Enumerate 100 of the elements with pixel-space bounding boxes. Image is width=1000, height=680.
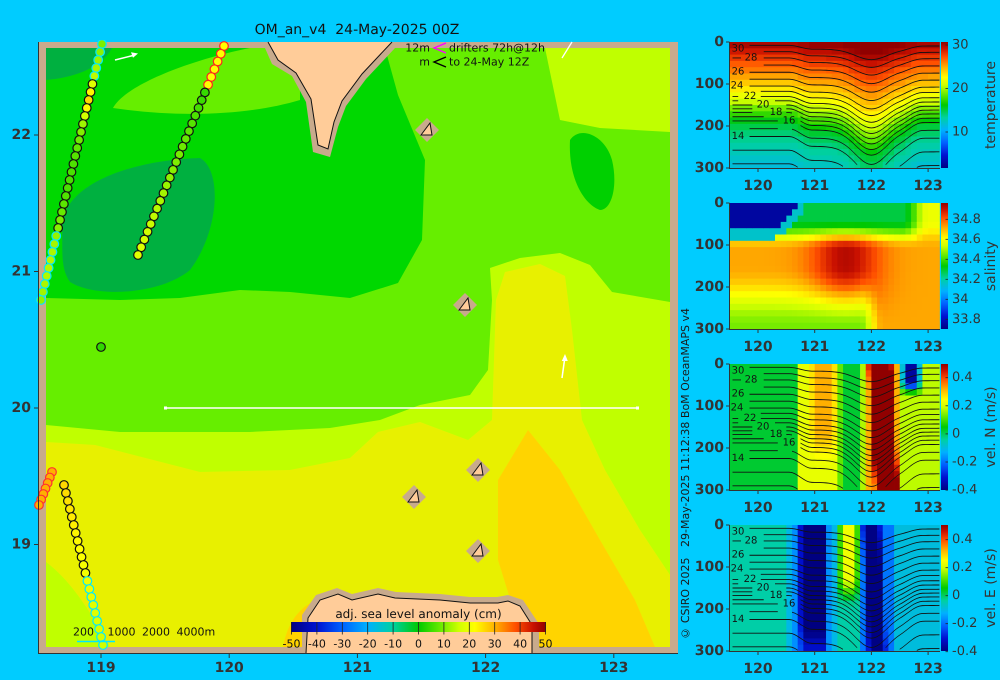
longitude-tick-label: 122 [856, 339, 886, 352]
colorbar-tick-label: -40 [308, 638, 326, 650]
depth-tick-label: 0 [714, 195, 724, 211]
vector-arrow [561, 354, 568, 378]
contour-label: 30 [732, 44, 744, 54]
contour-label: 30 [732, 366, 744, 376]
colorbar-label: temperature [983, 61, 999, 149]
depth-tick-label: 0 [714, 34, 724, 50]
contour-label: 18 [770, 429, 782, 440]
contour-label: 26 [732, 388, 744, 400]
contour-label: 22 [744, 413, 756, 424]
island [453, 293, 477, 317]
colorbar-tick-label: -30 [333, 638, 352, 650]
contour-label: 16 [782, 115, 796, 126]
contour-label: 14 [732, 614, 744, 625]
vector-arrow [114, 52, 138, 61]
depth-tick-label: 0 [714, 517, 724, 533]
colorbar-tick-label: 0.2 [952, 398, 973, 414]
colorbar-tick-label: 10 [436, 638, 451, 650]
colorbar-tick-label: 30 [952, 38, 969, 52]
longitude-tick-label: 120 [214, 660, 244, 676]
island [402, 485, 426, 509]
colorbar-title: adj. sea level anomaly (cm) [335, 607, 502, 621]
colorbar-label: vel. E (m/s) [983, 548, 999, 628]
colorbar-tick-label: 34 [952, 292, 969, 307]
contour-label: 26 [732, 66, 744, 78]
longitude-tick-label: 121 [800, 661, 830, 674]
colorbar-tick-label: 34.8 [952, 212, 981, 227]
depth-legend-label: 1000 [108, 626, 136, 638]
depth-tick-label: 100 [694, 76, 724, 92]
longitude-tick-label: 120 [743, 178, 773, 191]
colorbar-tick-label: 0 [952, 588, 960, 604]
depth-tick-label: 100 [694, 237, 724, 253]
longitude-tick-label: 122 [470, 660, 500, 676]
colorbar-tick-label: 40 [513, 638, 528, 650]
colorbar-tick-label: -0.4 [952, 482, 978, 498]
latitude-tick-label: 22 [12, 127, 31, 143]
colorbar-tick-label: -10 [384, 638, 402, 650]
depth-tick-label: 200 [694, 601, 724, 617]
depth-legend-label: 200 [73, 626, 94, 638]
colorbar-tick-label: 0.4 [952, 370, 973, 386]
contour-label: 20 [756, 422, 770, 432]
contour-label: 16 [782, 598, 796, 610]
depth-tick-label: 100 [694, 398, 724, 414]
drifter-marker-icon [432, 42, 446, 54]
depth-legend-label: 4000m [176, 626, 216, 638]
island [466, 458, 490, 482]
colorbar-tick-label: 20 [952, 81, 969, 96]
longitude-tick-label: 121 [342, 660, 372, 676]
contour-label: 30 [732, 526, 744, 538]
latitude-tick-label: 21 [12, 264, 31, 280]
longitude-tick-label: 121 [800, 178, 830, 191]
depth-tick-label: 0 [714, 356, 724, 372]
colorbar-tick-label: 10 [952, 124, 969, 140]
colorbar-tick-label: -0.2 [952, 616, 978, 632]
colorbar-tick-label: -50 [282, 638, 300, 650]
colorbar-label: vel. N (m/s) [983, 386, 999, 468]
drifter-track [34, 467, 57, 510]
longitude-tick-label: 120 [743, 661, 773, 674]
longitude-tick-label: 122 [856, 178, 886, 191]
depth-tick-label: 200 [694, 118, 724, 134]
colorbar-tick-label: -20 [358, 638, 377, 650]
colorbar-tick-label: 20 [462, 638, 476, 650]
latitude-tick-label: 19 [12, 536, 31, 552]
longitude-tick-label: 122 [856, 661, 886, 674]
line-swatch-icon [77, 640, 115, 642]
contour-label: 28 [744, 52, 758, 64]
contour-label: 16 [782, 437, 796, 448]
longitude-tick-label: 123 [913, 661, 943, 674]
depth-tick-label: 200 [694, 440, 724, 456]
depth-tick-label: 300 [694, 321, 724, 337]
longitude-tick-label: 122 [856, 500, 886, 513]
contour-label: 18 [770, 107, 782, 118]
longitude-tick-label: 123 [913, 178, 943, 191]
depth-legend-label: 2000 [142, 626, 170, 638]
contour-label: 28 [744, 374, 758, 386]
contour-label: 24 [730, 80, 744, 92]
contour-label: 22 [744, 91, 756, 102]
legend-length-label: m [419, 56, 430, 68]
contour-label: 24 [730, 564, 744, 575]
depth-tick-label: 300 [694, 643, 724, 659]
contour-label: 18 [770, 590, 782, 602]
drifter-marker-icon [432, 56, 446, 68]
longitude-tick-label: 123 [913, 500, 943, 513]
contour-label: 14 [732, 453, 744, 464]
longitude-tick-label: 120 [743, 500, 773, 513]
contour-label: 26 [732, 550, 744, 561]
colorbar-label: salinity [983, 240, 999, 292]
longitude-tick-label: 121 [800, 500, 830, 513]
colorbar-tick-label: 0.4 [952, 532, 973, 548]
colorbar-tick-label: 30 [488, 638, 502, 650]
colorbar-tick-label: 34.4 [952, 252, 981, 267]
colorbar-tick-label: -0.2 [952, 454, 978, 470]
colorbar-tick-label: 50 [538, 638, 552, 650]
colorbar-tick-label: 33.8 [952, 312, 981, 327]
latitude-tick-label: 20 [12, 400, 31, 416]
depth-tick-label: 300 [694, 160, 724, 176]
contour-label: 14 [732, 131, 744, 142]
longitude-tick-label: 120 [743, 339, 773, 352]
longitude-tick-label: 119 [86, 660, 116, 676]
